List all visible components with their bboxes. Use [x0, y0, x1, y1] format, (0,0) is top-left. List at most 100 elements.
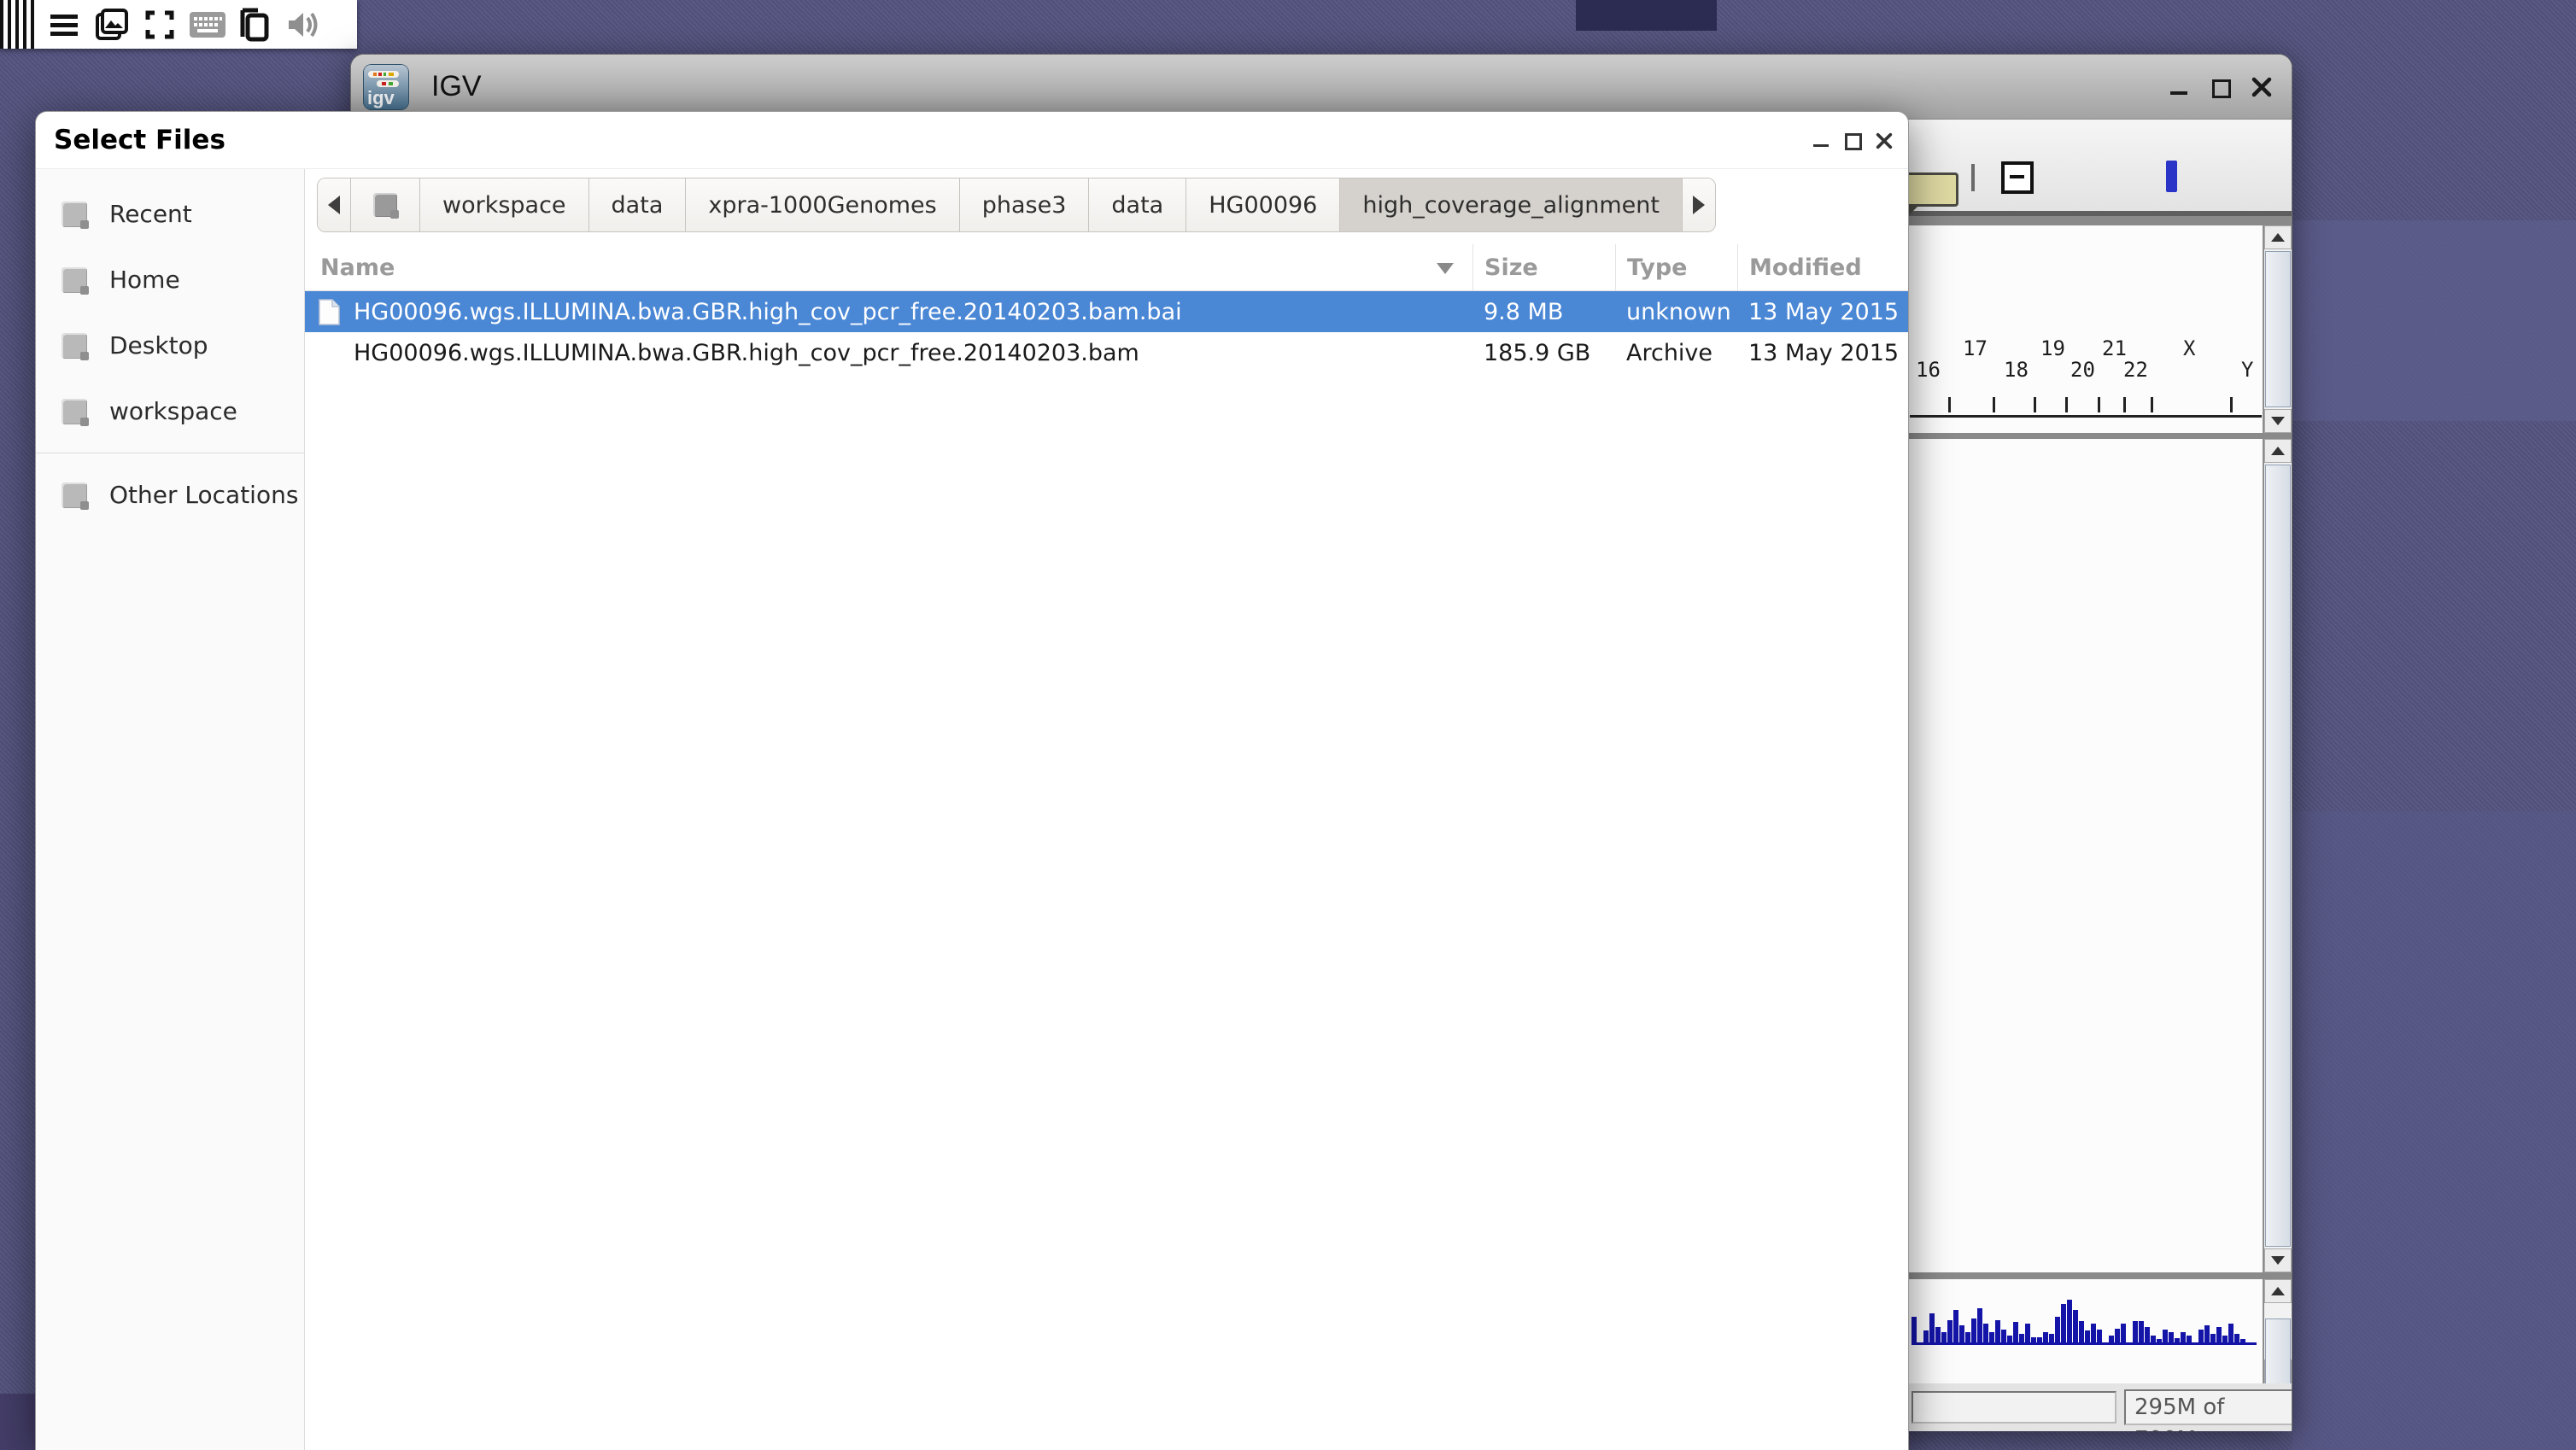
- fullscreen-icon[interactable]: [142, 7, 178, 43]
- coverage-bar: [1935, 1327, 1941, 1342]
- ruler-tick: [2098, 397, 2100, 412]
- scroll-down-icon[interactable]: [2264, 1248, 2292, 1272]
- menu-icon[interactable]: [46, 7, 82, 43]
- path-back-icon[interactable]: [318, 178, 351, 231]
- sidebar-item-workspace[interactable]: workspace: [36, 378, 304, 444]
- coverage-bar: [2013, 1322, 2018, 1342]
- coverage-bar: [1971, 1318, 1976, 1342]
- desktop-patch: [1576, 0, 1717, 31]
- coverage-bar: [2204, 1325, 2210, 1342]
- coverage-bar: [1953, 1310, 1958, 1342]
- copy-icon[interactable]: [237, 7, 273, 43]
- chromosome-label-X[interactable]: X: [2183, 336, 2195, 360]
- sidebar-item-recent[interactable]: Recent: [36, 181, 304, 247]
- table-row-bam[interactable]: HG00096.wgs.ILLUMINA.bwa.GBR.high_cov_pc…: [305, 332, 1908, 373]
- minimize-icon[interactable]: [1812, 131, 1831, 149]
- coverage-bar: [2198, 1330, 2204, 1342]
- drive-icon: [373, 193, 397, 217]
- scroll-up-icon[interactable]: [2264, 1279, 2292, 1303]
- coverage-bar: [2133, 1321, 2138, 1342]
- speaker-icon[interactable]: [285, 7, 321, 43]
- scroll-down-icon[interactable]: [2264, 409, 2292, 433]
- chromosome-label-Y[interactable]: Y: [2241, 358, 2253, 382]
- close-icon[interactable]: [1874, 131, 1893, 149]
- keyboard-icon[interactable]: [190, 7, 225, 43]
- chromosome-label-19[interactable]: 19: [2040, 336, 2065, 360]
- coverage-bar: [1989, 1332, 1994, 1342]
- coverage-bar: [2234, 1334, 2239, 1342]
- column-header-size[interactable]: Size: [1472, 244, 1615, 290]
- breadcrumb-xpra-1000genomes[interactable]: xpra-1000Genomes: [686, 178, 959, 231]
- zoom-out-icon[interactable]: [2001, 161, 2034, 194]
- chromosome-label-22[interactable]: 22: [2123, 358, 2148, 382]
- ruler-tick: [2230, 397, 2233, 412]
- sidebar-item-home[interactable]: Home: [36, 247, 304, 313]
- coverage-histogram: [1912, 1300, 2257, 1345]
- sidebar-item-desktop[interactable]: Desktop: [36, 313, 304, 378]
- path-forward-icon[interactable]: [1683, 178, 1715, 231]
- coverage-bar: [2210, 1334, 2216, 1342]
- coverage-bar: [1929, 1313, 1935, 1342]
- coverage-bar: [2061, 1304, 2066, 1342]
- scroll-thumb[interactable]: [2265, 1318, 2291, 1385]
- ruler-tick: [2123, 397, 2126, 412]
- maximize-icon[interactable]: [1843, 131, 1862, 149]
- path-root-button[interactable]: [351, 178, 420, 231]
- breadcrumb-hg00096[interactable]: HG00096: [1186, 178, 1340, 231]
- breadcrumb-data-2[interactable]: data: [1089, 178, 1186, 231]
- minimize-icon[interactable]: [2169, 76, 2191, 98]
- breadcrumb-phase3[interactable]: phase3: [960, 178, 1090, 231]
- igv-app-icon: igv: [363, 64, 409, 110]
- column-header-modified[interactable]: Modified: [1737, 244, 1908, 290]
- coverage-bar: [2181, 1332, 2186, 1342]
- coverage-bar: [2025, 1324, 2030, 1342]
- coverage-bar: [2031, 1337, 2036, 1342]
- coverage-bar: [2085, 1330, 2090, 1342]
- coverage-bar: [2007, 1336, 2012, 1342]
- breadcrumb-workspace[interactable]: workspace: [420, 178, 589, 231]
- chromosome-label-17[interactable]: 17: [1963, 336, 1988, 360]
- breadcrumb-high-coverage-alignment[interactable]: high_coverage_alignment: [1340, 178, 1683, 231]
- chromosome-label-18[interactable]: 18: [2004, 358, 2029, 382]
- photos-icon[interactable]: [94, 7, 130, 43]
- table-row-bam-bai[interactable]: HG00096.wgs.ILLUMINA.bwa.GBR.high_cov_pc…: [305, 291, 1908, 332]
- drag-handle[interactable]: [0, 0, 34, 49]
- desktop-icon: [61, 333, 87, 359]
- scroll-up-icon[interactable]: [2264, 439, 2292, 463]
- igv-window-title: IGV: [431, 70, 482, 103]
- select-files-dialog: Select Files Recent Home: [35, 111, 1909, 1450]
- places-sidebar: Recent Home Desktop workspace Other: [36, 169, 305, 1450]
- chromosome-ruler[interactable]: 16171819202122XY: [1910, 225, 2267, 433]
- chromosome-label-21[interactable]: 21: [2102, 336, 2127, 360]
- chromosome-label-20[interactable]: 20: [2070, 358, 2095, 382]
- sidebar-item-other-locations[interactable]: Other Locations: [36, 462, 304, 528]
- ruler-tick: [1993, 397, 1995, 412]
- maximize-icon[interactable]: [2210, 76, 2232, 98]
- scroll-up-icon[interactable]: [2264, 225, 2292, 249]
- home-icon: [61, 267, 87, 293]
- scroll-thumb[interactable]: [2265, 465, 2291, 1247]
- tracks-scrollbar[interactable]: [2263, 439, 2292, 1272]
- file-browser-main: workspace data xpra-1000Genomes phase3 d…: [305, 169, 1908, 1450]
- chromosome-label-16[interactable]: 16: [1916, 358, 1941, 382]
- igv-titlebar[interactable]: igv IGV: [351, 55, 2292, 120]
- ruler-tick: [2034, 397, 2036, 412]
- coverage-bar: [2001, 1330, 2006, 1342]
- coverage-bar: [2091, 1324, 2096, 1342]
- dialog-titlebar[interactable]: Select Files: [36, 112, 1908, 169]
- ruler-scrollbar[interactable]: [2263, 225, 2292, 433]
- scroll-thumb[interactable]: [2265, 251, 2291, 407]
- breadcrumb-data[interactable]: data: [589, 178, 687, 231]
- svg-text:igv: igv: [367, 87, 395, 108]
- ruler-tick: [1948, 397, 1951, 412]
- coverage-bar: [2097, 1330, 2102, 1342]
- coverage-bar: [2240, 1339, 2245, 1342]
- coverage-bar: [2169, 1332, 2174, 1342]
- desktop: igv IGV 16171819202122XY: [0, 0, 2576, 1450]
- coverage-scrollbar[interactable]: [2263, 1279, 2292, 1383]
- column-header-name[interactable]: Name: [305, 244, 1472, 290]
- column-header-type[interactable]: Type: [1615, 244, 1737, 290]
- coverage-bar: [2222, 1336, 2228, 1342]
- close-icon[interactable]: [2251, 76, 2273, 98]
- zoom-slider-mark[interactable]: [2166, 161, 2177, 192]
